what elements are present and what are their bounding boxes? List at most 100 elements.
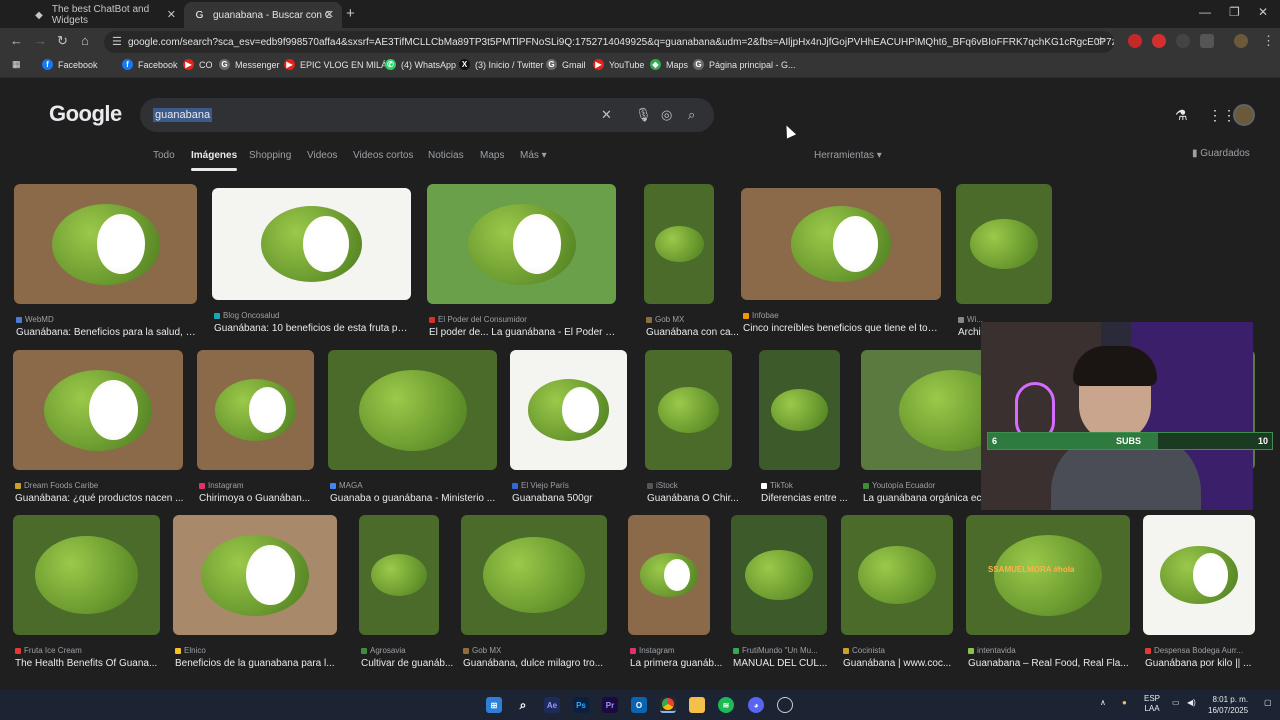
result-source[interactable]: Blog Oncosalud: [214, 311, 279, 320]
result-title[interactable]: Cultivar de guanáb...: [361, 658, 461, 669]
google-apps-icon[interactable]: ⋮⋮: [1208, 107, 1236, 124]
result-thumbnail[interactable]: [13, 350, 183, 470]
system-clock[interactable]: 8:01 p. m. 16/07/2025: [1208, 694, 1248, 716]
bookmark-pagina-principal[interactable]: G Página principal - G...: [693, 59, 796, 70]
clear-icon[interactable]: ✕: [601, 107, 612, 123]
bookmark-maps[interactable]: ◆ Maps: [650, 59, 688, 70]
result-thumbnail[interactable]: [956, 184, 1052, 304]
result-source[interactable]: Infobae: [743, 311, 779, 320]
language-indicator[interactable]: ESP LAA: [1144, 694, 1160, 714]
result-thumbnail[interactable]: [427, 184, 616, 304]
result-source[interactable]: Youtopía Ecuador: [863, 481, 935, 490]
result-title[interactable]: Guanabana 500gr: [512, 493, 629, 504]
result-title[interactable]: Beneficios de la guanabana para l...: [175, 658, 339, 669]
tab-videos[interactable]: Videos: [307, 150, 337, 161]
bookmark-co[interactable]: ▶ CO: [183, 59, 213, 70]
tab-maps[interactable]: Maps: [480, 150, 504, 161]
result-thumbnail[interactable]: [510, 350, 627, 470]
tab-shopping[interactable]: Shopping: [249, 150, 291, 161]
result-thumbnail[interactable]: [841, 515, 953, 635]
result-source[interactable]: Fruta Ice Cream: [15, 646, 82, 655]
bookmark-whatsapp[interactable]: ✆ (4) WhatsApp: [385, 59, 456, 70]
result-source[interactable]: Despensa Bodega Aurr...: [1145, 646, 1243, 655]
tab-videos-cortos[interactable]: Videos cortos: [353, 150, 413, 161]
bookmark-facebook[interactable]: f Facebook: [42, 59, 98, 70]
result-thumbnail[interactable]: [173, 515, 337, 635]
bookmark-facebook-2[interactable]: f Facebook: [122, 59, 178, 70]
spotify-icon[interactable]: ≋: [718, 697, 734, 713]
bookmark-epic-vlog[interactable]: ▶ EPIC VLOG EN MILÁ...: [284, 59, 395, 70]
result-source[interactable]: TikTok: [761, 481, 793, 490]
result-source[interactable]: El Viejo París: [512, 481, 569, 490]
discord-icon[interactable]: ◕: [748, 697, 764, 713]
windows-start-icon[interactable]: ⊞: [486, 697, 502, 713]
result-source[interactable]: intentavida: [968, 646, 1016, 655]
new-tab-button[interactable]: +: [346, 5, 355, 22]
result-source[interactable]: Instagram: [630, 646, 675, 655]
bookmark-gmail[interactable]: G Gmail: [546, 59, 586, 70]
search-box[interactable]: guanabana ✕ 🎙︎ ◎ ⌕: [140, 98, 714, 132]
tab-todo[interactable]: Todo: [153, 150, 175, 161]
result-title[interactable]: Guanábana: Beneficios para la salud, n..…: [16, 327, 199, 338]
obs-icon[interactable]: [777, 697, 793, 713]
bookmark-youtube[interactable]: ▶ YouTube: [593, 59, 644, 70]
result-thumbnail[interactable]: [13, 515, 160, 635]
result-source[interactable]: Gob MX: [463, 646, 501, 655]
apps-grid-icon[interactable]: ▦: [12, 59, 21, 70]
search-icon[interactable]: ⌕: [688, 107, 695, 123]
extension-icon[interactable]: [1176, 34, 1190, 48]
notification-icon[interactable]: ▢: [1264, 698, 1272, 707]
search-icon[interactable]: ⌕: [515, 697, 531, 713]
result-thumbnail[interactable]: [731, 515, 827, 635]
premiere-icon[interactable]: Pr: [602, 697, 618, 713]
result-source[interactable]: Wi...: [958, 315, 983, 324]
extension-icon[interactable]: [1128, 34, 1142, 48]
result-source[interactable]: FrutiMundo "Un Mu...: [733, 646, 818, 655]
bookmark-messenger[interactable]: G Messenger: [219, 59, 280, 70]
result-thumbnail[interactable]: [1143, 515, 1255, 635]
result-title[interactable]: MANUAL DEL CUL...: [733, 658, 833, 669]
microphone-icon[interactable]: 🎙︎: [635, 107, 652, 123]
result-thumbnail[interactable]: [644, 184, 714, 304]
close-icon[interactable]: ✕: [167, 8, 176, 21]
forward-button[interactable]: →: [34, 33, 47, 48]
result-thumbnail[interactable]: [359, 515, 439, 635]
reload-button[interactable]: ↻: [57, 33, 68, 49]
result-source[interactable]: MAGA: [330, 481, 363, 490]
bookmark-twitter[interactable]: X (3) Inicio / Twitter: [459, 59, 543, 70]
result-title[interactable]: Guanábana con ca...: [646, 327, 746, 338]
outlook-icon[interactable]: O: [631, 697, 647, 713]
result-title[interactable]: Guanábana, dulce milagro tro...: [463, 658, 609, 669]
result-title[interactable]: Cinco increíbles beneficios que tiene el…: [743, 323, 943, 334]
result-source[interactable]: Cocinista: [843, 646, 885, 655]
volume-icon[interactable]: ◀): [1187, 698, 1196, 707]
result-source[interactable]: Dream Foods Caribe: [15, 481, 98, 490]
extensions-puzzle-icon[interactable]: [1200, 34, 1214, 48]
result-title[interactable]: Guanábana: 10 beneficios de esta fruta p…: [214, 323, 413, 334]
restore-button[interactable]: ❐: [1229, 5, 1240, 19]
after-effects-icon[interactable]: Ae: [544, 697, 560, 713]
back-button[interactable]: ←: [10, 33, 23, 48]
saved-link[interactable]: ▮ Guardados: [1192, 148, 1250, 159]
site-info-icon[interactable]: ☰: [112, 35, 122, 48]
tab-noticias[interactable]: Noticias: [428, 150, 464, 161]
profile-avatar[interactable]: [1234, 34, 1248, 48]
file-explorer-icon[interactable]: [689, 697, 705, 713]
close-window-button[interactable]: ✕: [1258, 5, 1268, 19]
result-source[interactable]: Agrosavia: [361, 646, 406, 655]
result-title[interactable]: Guanábana por kilo || ...: [1145, 658, 1257, 669]
result-source[interactable]: Instagram: [199, 481, 244, 490]
result-source[interactable]: Elnico: [175, 646, 206, 655]
result-thumbnail[interactable]: [461, 515, 607, 635]
tray-app-icon[interactable]: ●: [1122, 698, 1127, 707]
result-thumbnail[interactable]: [628, 515, 710, 635]
result-title[interactable]: Guanábana O Chir...: [647, 493, 747, 504]
result-title[interactable]: Guanabana – Real Food, Real Fla...: [968, 658, 1132, 669]
result-thumbnail[interactable]: [197, 350, 314, 470]
lens-icon[interactable]: ◎: [661, 107, 672, 123]
labs-flask-icon[interactable]: ⚗: [1175, 107, 1188, 124]
result-title[interactable]: Diferencias entre ...: [761, 493, 861, 504]
result-thumbnail[interactable]: [741, 188, 941, 300]
result-thumbnail[interactable]: [212, 188, 411, 300]
address-bar[interactable]: ☰ google.com/search?sca_esv=edb9f998570a…: [104, 31, 1114, 53]
